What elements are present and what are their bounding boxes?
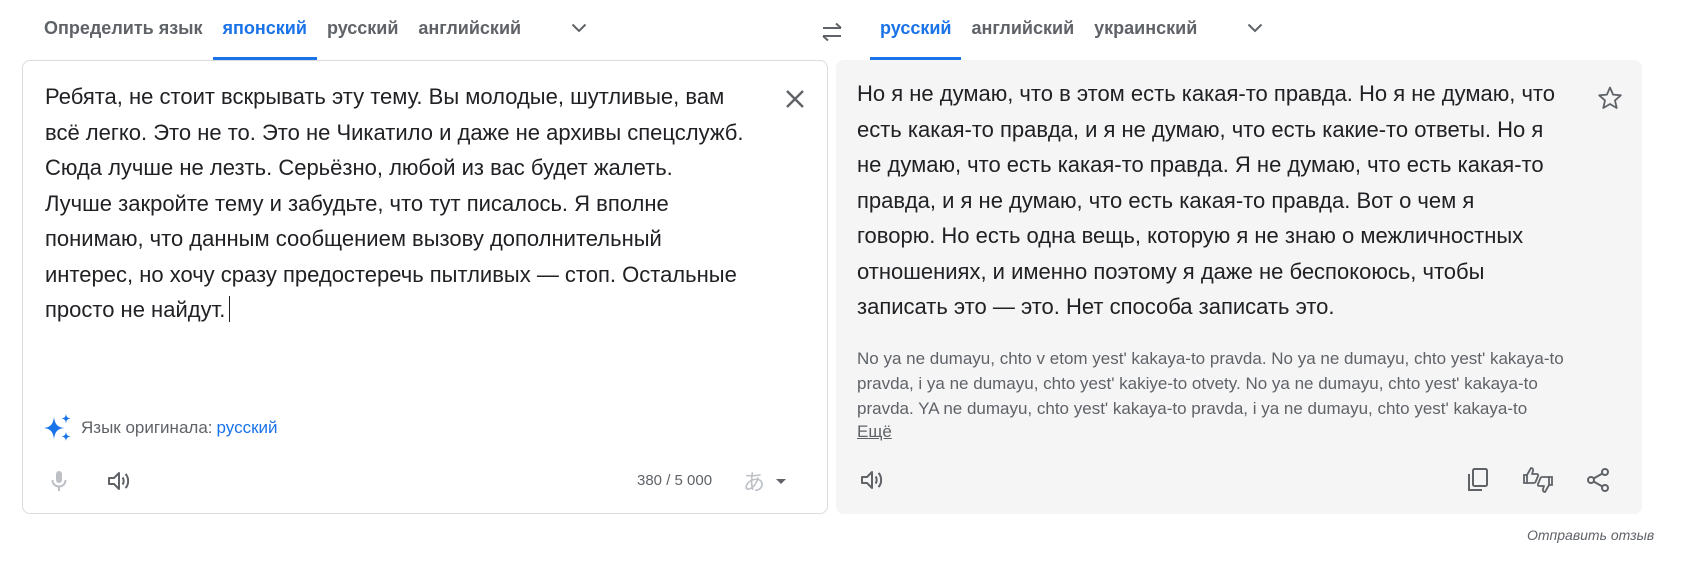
star-icon: [1598, 86, 1622, 109]
share-translation-button[interactable]: [1574, 456, 1622, 504]
transliteration-text: No ya ne dumayu, chto v etom yest' kakay…: [857, 349, 1564, 418]
target-lang-tab-russian[interactable]: русский: [870, 0, 962, 60]
source-lang-tab-english[interactable]: английский: [408, 0, 531, 56]
character-count: 380 / 5 000: [637, 472, 713, 489]
copy-translation-button[interactable]: [1454, 456, 1502, 504]
source-language-bar: Определить язык японский русский английс…: [34, 0, 599, 60]
input-method-glyph: あ: [743, 470, 766, 495]
thumbs-up-down-icon: [1523, 467, 1553, 493]
swap-arrows-icon: [822, 22, 842, 42]
target-lang-tab-english[interactable]: английский: [961, 0, 1084, 56]
close-icon: [786, 90, 804, 108]
source-text-input[interactable]: Ребята, не стоит вскрывать эту тему. Вы …: [45, 79, 745, 328]
clear-source-button[interactable]: [777, 81, 813, 117]
source-panel: Ребята, не стоит вскрывать эту тему. Вы …: [22, 60, 828, 514]
speaker-icon: [861, 471, 883, 489]
listen-source-button[interactable]: [95, 457, 143, 505]
show-more-link[interactable]: Ещё: [857, 422, 892, 442]
microphone-icon: [51, 471, 67, 491]
text-caret: [229, 296, 231, 322]
share-icon: [1587, 468, 1609, 492]
source-lang-tab-japanese[interactable]: японский: [212, 0, 318, 60]
chevron-down-icon: [1248, 23, 1263, 33]
chevron-down-icon: [571, 23, 587, 33]
rate-translation-button[interactable]: [1514, 456, 1562, 504]
swap-languages-button[interactable]: [812, 12, 852, 52]
source-lang-tab-detect[interactable]: Определить язык: [34, 0, 213, 56]
detected-language-label: Язык оригинала:: [81, 418, 213, 437]
send-feedback-link[interactable]: Отправить отзыв: [1527, 527, 1654, 543]
translation-text: Но я не думаю, что в этом есть какая-то …: [857, 81, 1555, 319]
sparkle-icon: [44, 414, 71, 441]
save-translation-button[interactable]: [1590, 78, 1630, 118]
source-lang-tab-russian[interactable]: русский: [317, 0, 408, 56]
source-text-content: Ребята, не стоит вскрывать эту тему. Вы …: [45, 84, 744, 322]
detected-language-link[interactable]: русский: [217, 418, 278, 438]
target-toolbar-right: [1454, 456, 1634, 504]
caret-down-icon: [776, 479, 787, 484]
source-more-languages-button[interactable]: [559, 0, 599, 56]
listen-translation-button[interactable]: [848, 456, 896, 504]
translate-page: Определить язык японский русский английс…: [0, 0, 1692, 575]
speaker-icon: [108, 472, 130, 490]
input-tools-button[interactable]: あ: [743, 465, 787, 497]
detected-language: Язык оригинала: русский: [43, 413, 278, 443]
target-more-languages-button[interactable]: [1235, 0, 1275, 56]
copy-icon: [1468, 468, 1488, 491]
target-language-bar: русский английский украинский: [870, 0, 1275, 60]
target-toolbar-left: [848, 456, 908, 504]
voice-input-button[interactable]: [35, 457, 83, 505]
target-panel: Но я не думаю, что в этом есть какая-то …: [836, 60, 1642, 514]
target-lang-tab-ukrainian[interactable]: украинский: [1084, 0, 1207, 56]
source-toolbar: [35, 457, 155, 505]
